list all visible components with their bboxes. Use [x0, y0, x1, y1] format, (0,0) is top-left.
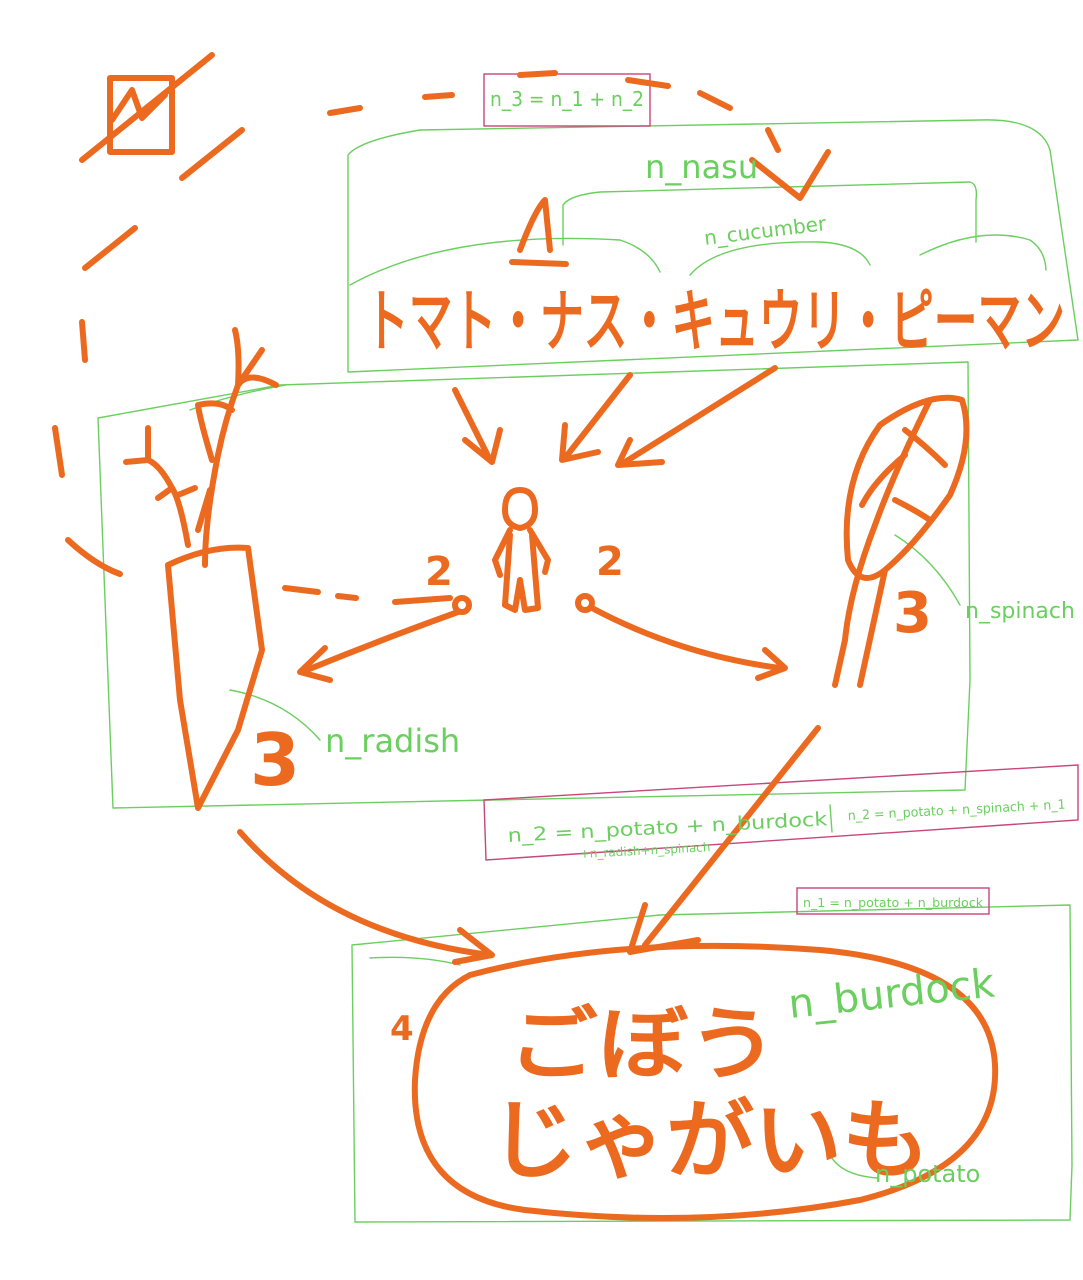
vegetable-row-text: トマト・ナス・キュウリ・ピーマン — [365, 283, 1065, 362]
dashed-arc-arrowhead — [749, 149, 831, 201]
label-burdock: n_burdock — [786, 960, 997, 1027]
person-figure — [492, 487, 551, 613]
middle-equation-a2: +n_radish+n_spinach — [579, 840, 710, 861]
label-potato: n_potato — [875, 1160, 980, 1188]
radish-number: 3 — [250, 718, 300, 802]
middle-equation-b: n_2 = n_potato + n_spinach + n_1 — [847, 798, 1065, 824]
arrow-person-to-spinach — [589, 605, 783, 671]
tomato-arc — [349, 237, 661, 286]
triangle-mark — [517, 197, 553, 253]
potato-text: じゃがいも — [490, 1091, 930, 1191]
bottom-group-number: 4 — [390, 1009, 414, 1049]
label-spinach: n_spinach — [965, 599, 1075, 624]
cross-out-line — [79, 52, 215, 163]
bottom-equation: n_1 = n_potato + n_burdock — [803, 896, 983, 910]
spinach-number: 3 — [893, 581, 932, 646]
label-radish: n_radish — [325, 722, 460, 760]
label-nasu: n_nasu — [645, 148, 758, 186]
handwritten-diagram: トマト・ナス・キュウリ・ピーマン 2 2 3 3 4 ごぼう じゃがいも n_n… — [0, 0, 1083, 1280]
bottom-box-scribble — [369, 956, 461, 966]
left-edge-number: 2 — [425, 549, 453, 595]
arrow-cucumber-to-person — [562, 372, 633, 461]
diagram-svg: トマト・ナス・キュウリ・ピーマン 2 2 3 3 4 ごぼう じゃがいも n_n… — [52, 52, 1079, 1223]
arrow-radish-to-bottom — [237, 829, 493, 958]
right-edge-number: 2 — [596, 539, 624, 585]
burdock-text: ごぼう — [508, 998, 778, 1091]
middle-equation-a: n_2 = n_potato + n_burdock — [507, 808, 828, 847]
pepper-arc — [919, 234, 1047, 271]
arrow-pepper-to-person — [622, 365, 778, 465]
top-equation: n_3 = n_1 + n_2 — [490, 87, 644, 111]
triangle-base — [509, 259, 569, 267]
arrow-person-to-radish — [299, 609, 461, 675]
middle-equation-divider — [829, 804, 833, 833]
